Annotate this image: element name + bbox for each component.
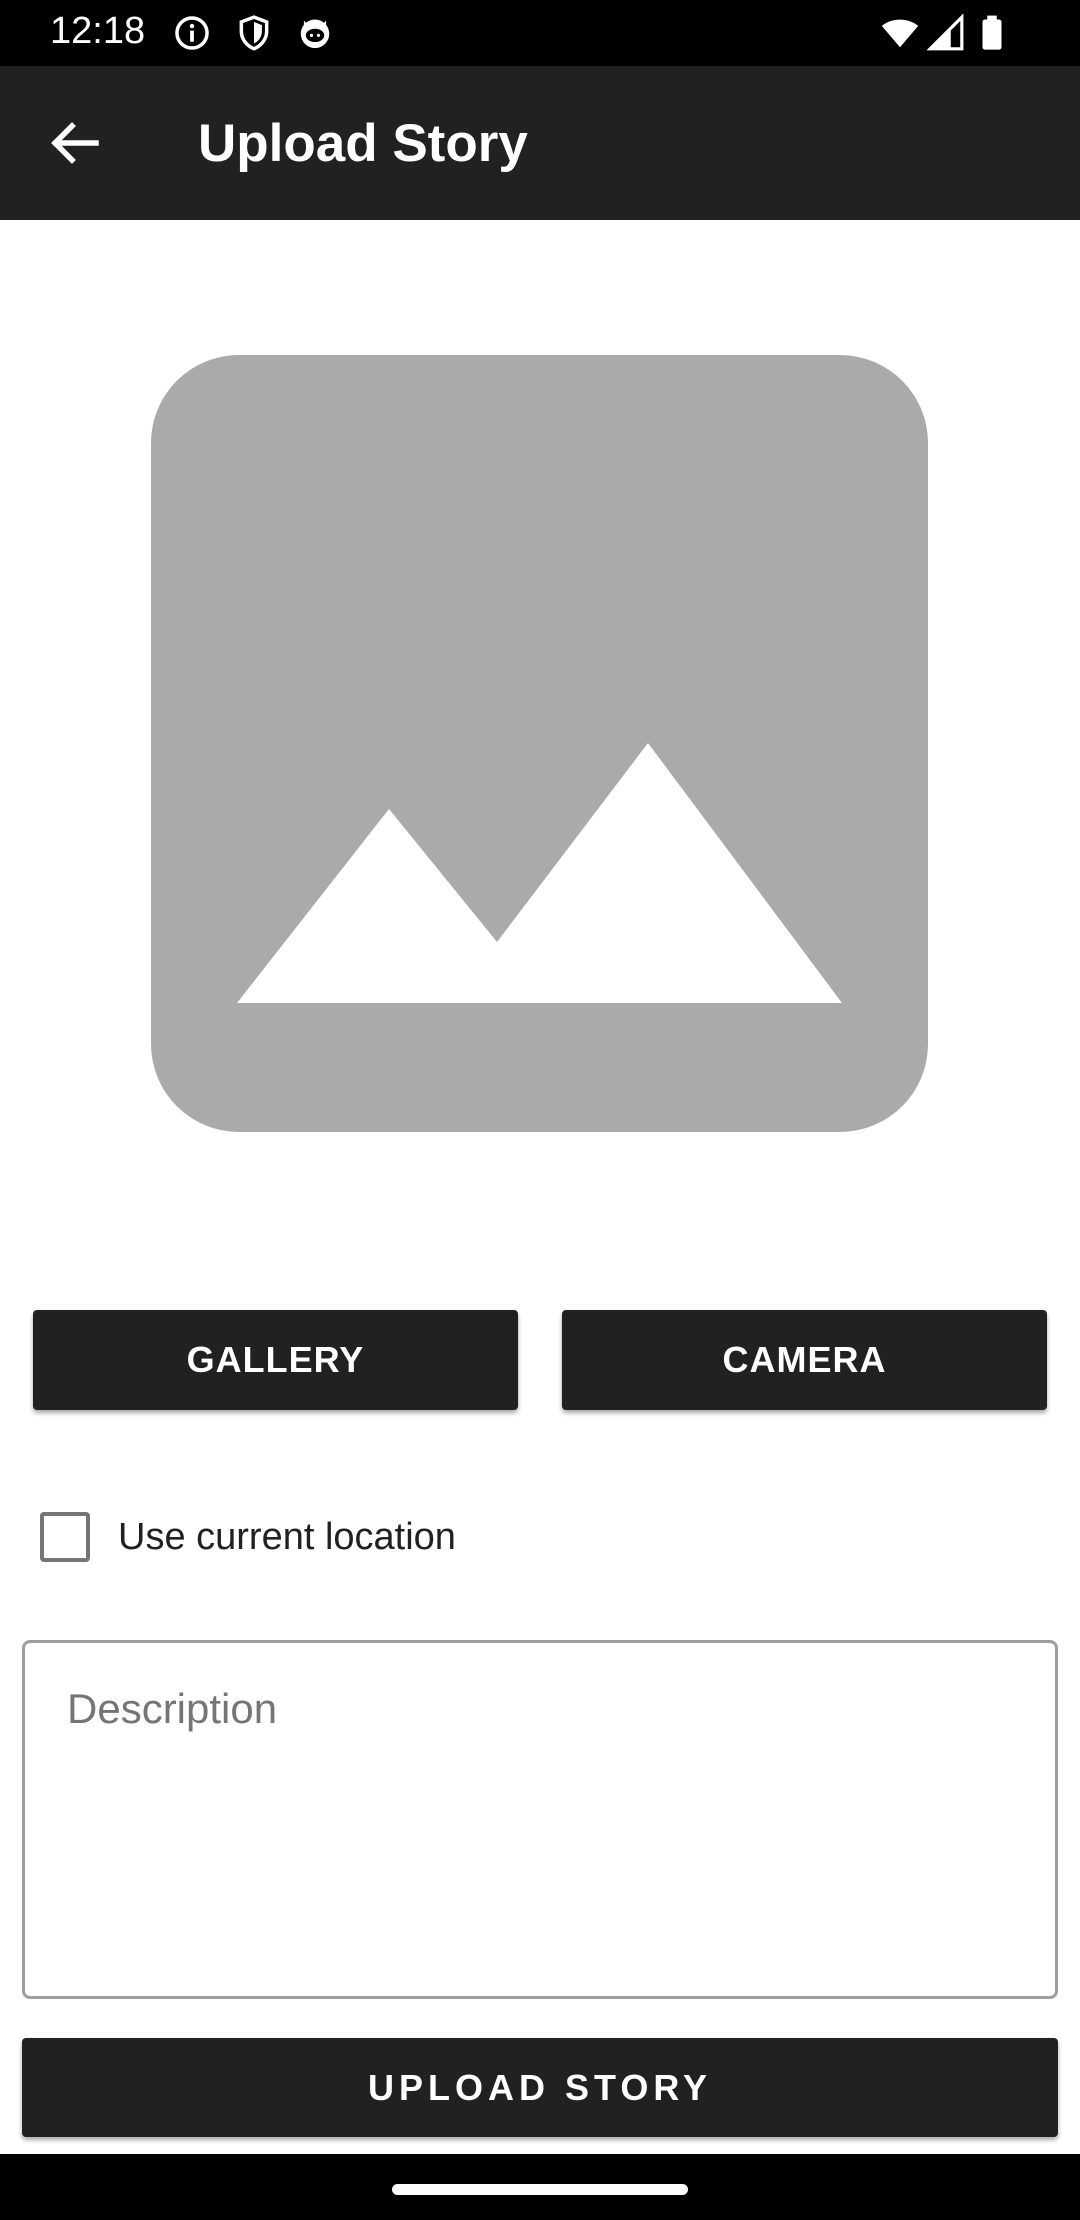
app-bar: Upload Story xyxy=(0,66,1080,220)
github-cat-icon xyxy=(300,19,330,49)
upload-story-button[interactable]: UPLOAD STORY xyxy=(22,2038,1058,2137)
use-location-checkbox[interactable] xyxy=(40,1512,90,1562)
description-field[interactable] xyxy=(22,1640,1058,1999)
use-location-label: Use current location xyxy=(118,1515,456,1558)
signal-icon xyxy=(927,14,964,51)
status-time: 12:18 xyxy=(50,10,146,52)
arrow-left-icon xyxy=(51,122,99,164)
use-location-checkbox-row[interactable]: Use current location xyxy=(40,1510,456,1564)
wifi-icon xyxy=(881,19,919,48)
info-icon xyxy=(175,16,209,50)
shield-icon xyxy=(239,15,269,51)
status-bar: 12:18 xyxy=(0,0,1080,66)
gallery-button[interactable]: GALLERY xyxy=(33,1310,518,1410)
battery-icon xyxy=(982,15,1002,50)
nav-bar xyxy=(0,2154,1080,2220)
home-gesture-handle[interactable] xyxy=(392,2184,688,2195)
camera-button[interactable]: CAMERA xyxy=(562,1310,1047,1410)
back-button[interactable] xyxy=(38,110,114,176)
page-title: Upload Story xyxy=(198,114,528,173)
image-placeholder-icon[interactable] xyxy=(151,355,928,1132)
upload-story-form: GALLERY CAMERA Use current location UPLO… xyxy=(0,220,1080,2154)
